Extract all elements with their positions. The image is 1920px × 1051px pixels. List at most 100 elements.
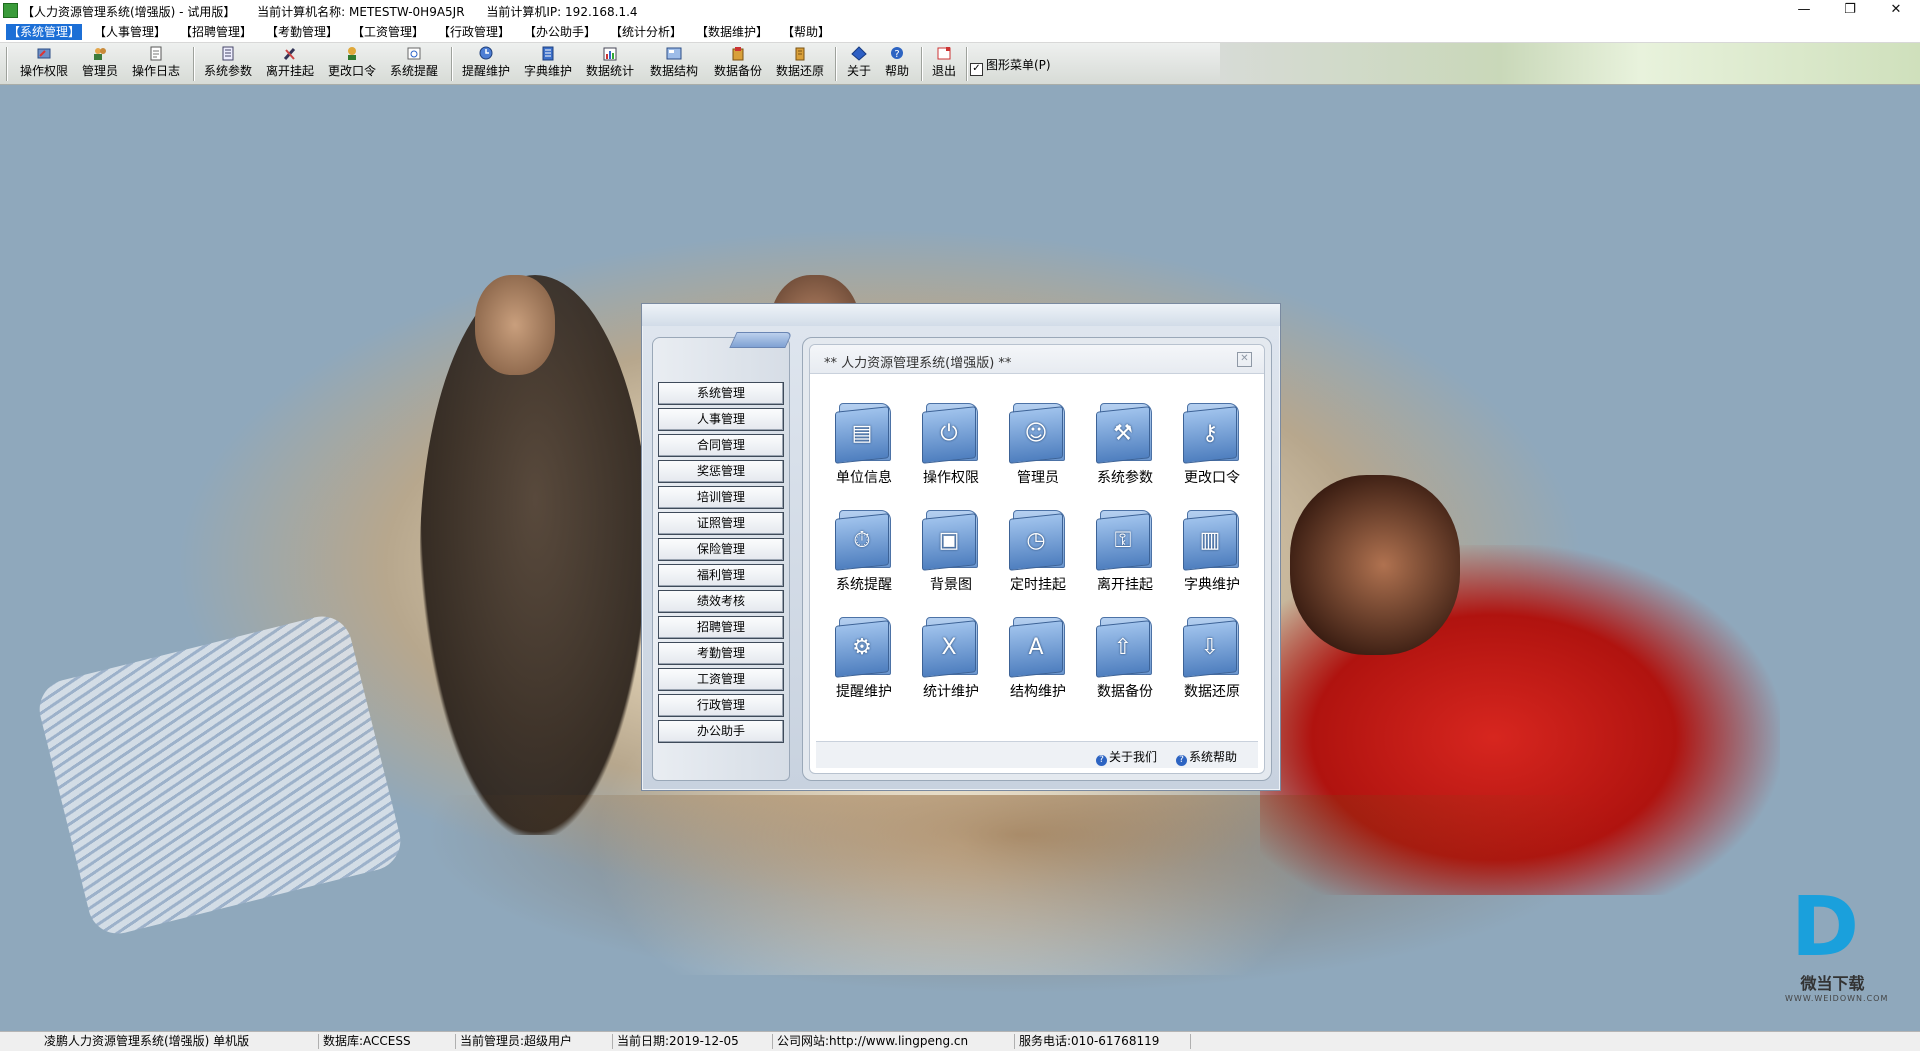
tools-icon bbox=[283, 47, 296, 61]
toolbar-exit[interactable]: 退出 bbox=[926, 46, 962, 82]
minimize-button[interactable]: — bbox=[1781, 0, 1827, 22]
panel-close-icon[interactable]: ✕ bbox=[1237, 352, 1252, 367]
key-icon bbox=[37, 48, 51, 59]
grid-params[interactable]: ⚒ 系统参数 bbox=[1085, 403, 1165, 493]
side-btn-recruitment[interactable]: 招聘管理 bbox=[658, 616, 784, 639]
side-btn-insurance[interactable]: 保险管理 bbox=[658, 538, 784, 561]
grid-backup[interactable]: ⇧ 数据备份 bbox=[1085, 617, 1165, 707]
grid-timed-suspend[interactable]: ◷ 定时挂起 bbox=[998, 510, 1078, 600]
log-icon bbox=[150, 46, 162, 61]
toolbar-password[interactable]: 更改口令 bbox=[323, 46, 381, 82]
books-icon: ▥ bbox=[1183, 510, 1241, 571]
menu-attendance[interactable]: 【考勤管理】 bbox=[264, 24, 340, 40]
toolbar-reminder-maint[interactable]: 提醒维护 bbox=[457, 46, 515, 82]
grid-reminder-maint[interactable]: ⚙ 提醒维护 bbox=[824, 617, 904, 707]
grid-structure-maint[interactable]: A 结构维护 bbox=[998, 617, 1078, 707]
grid-dictionary[interactable]: ▥ 字典维护 bbox=[1172, 510, 1252, 600]
close-button[interactable]: ✕ bbox=[1873, 0, 1919, 22]
menu-help[interactable]: 【帮助】 bbox=[780, 24, 832, 40]
side-btn-training[interactable]: 培训管理 bbox=[658, 486, 784, 509]
ip-label: 当前计算机IP: bbox=[486, 5, 562, 19]
side-btn-contract[interactable]: 合同管理 bbox=[658, 434, 784, 457]
dictionary-icon bbox=[542, 46, 554, 61]
grid-unit-info[interactable]: ▤ 单位信息 bbox=[824, 403, 904, 493]
checkbox-checked-icon[interactable]: ✓ bbox=[970, 63, 983, 76]
menu-office[interactable]: 【办公助手】 bbox=[522, 24, 598, 40]
side-btn-rewards[interactable]: 奖惩管理 bbox=[658, 460, 784, 483]
computer-ip: 当前计算机IP: 192.168.1.4 bbox=[486, 5, 637, 19]
side-btn-personnel[interactable]: 人事管理 bbox=[658, 408, 784, 431]
toolbar-decoration bbox=[1220, 43, 1920, 84]
side-panel-tab bbox=[729, 332, 793, 348]
power-icon: ⏻ bbox=[922, 403, 980, 464]
system-help-link[interactable]: ? 系统帮助 bbox=[1176, 748, 1237, 766]
status-website: 公司网站:http://www.lingpeng.cn bbox=[772, 1034, 968, 1049]
grid-restore[interactable]: ⇩ 数据还原 bbox=[1172, 617, 1252, 707]
info-icon: ? bbox=[1096, 755, 1107, 766]
computer-name: 当前计算机名称: METESTW-0H9A5JR bbox=[257, 5, 464, 19]
dialog-titlebar[interactable] bbox=[642, 304, 1280, 326]
grid-password[interactable]: ⚷ 更改口令 bbox=[1172, 403, 1252, 493]
toolbar-label: 退出 bbox=[931, 64, 956, 78]
grid-label: 离开挂起 bbox=[1097, 577, 1153, 593]
graphic-menu-checkbox[interactable]: ✓ 图形菜单(P) bbox=[970, 56, 1051, 76]
toolbar-label: 数据备份 bbox=[713, 64, 762, 78]
grid-leave-suspend[interactable]: ⚿ 离开挂起 bbox=[1085, 510, 1165, 600]
status-admin: 当前管理员:超级用户 bbox=[455, 1034, 572, 1049]
toolbar-structure[interactable]: 数据结构 bbox=[645, 46, 703, 82]
grid-label: 管理员 bbox=[1017, 470, 1059, 486]
restore-button[interactable]: ❐ bbox=[1827, 0, 1873, 22]
tools-icon: ⚒ bbox=[1096, 403, 1154, 464]
toolbar-log[interactable]: 操作日志 bbox=[127, 46, 185, 82]
svg-text:?: ? bbox=[894, 49, 899, 60]
toolbar-backup[interactable]: 数据备份 bbox=[709, 46, 767, 82]
menu-salary[interactable]: 【工资管理】 bbox=[350, 24, 426, 40]
grid-label: 定时挂起 bbox=[1010, 577, 1066, 593]
toolbar-separator bbox=[451, 47, 452, 81]
grid-permissions[interactable]: ⏻ 操作权限 bbox=[911, 403, 991, 493]
computer-name-label: 当前计算机名称: bbox=[257, 5, 346, 19]
grid-admins[interactable]: ☺ 管理员 bbox=[998, 403, 1078, 493]
side-btn-performance[interactable]: 绩效考核 bbox=[658, 590, 784, 613]
toolbar-label: 数据结构 bbox=[649, 64, 698, 78]
about-us-link[interactable]: ? 关于我们 bbox=[1096, 748, 1157, 766]
toolbar-label: 系统提醒 bbox=[389, 64, 438, 78]
toolbar-about[interactable]: 关于 bbox=[841, 46, 877, 82]
structure-icon bbox=[666, 47, 682, 60]
menu-statistics[interactable]: 【统计分析】 bbox=[608, 24, 684, 40]
graphic-menu-dialog: 系统管理 人事管理 合同管理 奖惩管理 培训管理 证照管理 保险管理 福利管理 … bbox=[641, 303, 1281, 791]
side-btn-office[interactable]: 办公助手 bbox=[658, 720, 784, 743]
menu-data[interactable]: 【数据维护】 bbox=[694, 24, 770, 40]
toolbar-stats[interactable]: 数据统计 bbox=[581, 46, 639, 82]
side-btn-welfare[interactable]: 福利管理 bbox=[658, 564, 784, 587]
panel-title-bar: ** 人力资源管理系统(增强版) ** ✕ bbox=[810, 345, 1264, 374]
toolbar-suspend[interactable]: 离开挂起 bbox=[261, 46, 319, 82]
toolbar-label: 数据还原 bbox=[775, 64, 824, 78]
toolbar-admins[interactable]: 管理员 bbox=[77, 46, 123, 82]
side-btn-admin[interactable]: 行政管理 bbox=[658, 694, 784, 717]
toolbar-separator bbox=[835, 47, 836, 81]
help-icon: ? bbox=[891, 47, 903, 60]
app-icon bbox=[3, 3, 18, 18]
menu-recruitment[interactable]: 【招聘管理】 bbox=[178, 24, 254, 40]
menu-system[interactable]: 【系统管理】 bbox=[6, 24, 83, 40]
toolbar-help[interactable]: ? 帮助 bbox=[879, 46, 915, 82]
toolbar-restore[interactable]: 数据还原 bbox=[771, 46, 829, 82]
toolbar-params[interactable]: 系统参数 bbox=[199, 46, 257, 82]
side-btn-certificate[interactable]: 证照管理 bbox=[658, 512, 784, 535]
structure-a-icon: A bbox=[1009, 617, 1067, 678]
toolbar-reminder[interactable]: 系统提醒 bbox=[385, 46, 443, 82]
side-btn-system[interactable]: 系统管理 bbox=[658, 382, 784, 405]
grid-background[interactable]: ▣ 背景图 bbox=[911, 510, 991, 600]
side-btn-salary[interactable]: 工资管理 bbox=[658, 668, 784, 691]
menu-admin[interactable]: 【行政管理】 bbox=[436, 24, 512, 40]
toolbar-dictionary[interactable]: 字典维护 bbox=[519, 46, 577, 82]
unit-info-icon: ▤ bbox=[835, 403, 893, 464]
menu-personnel[interactable]: 【人事管理】 bbox=[92, 24, 168, 40]
toolbar-permissions[interactable]: 操作权限 bbox=[15, 46, 73, 82]
side-btn-attendance[interactable]: 考勤管理 bbox=[658, 642, 784, 665]
grid-reminder[interactable]: ⏱ 系统提醒 bbox=[824, 510, 904, 600]
users-icon bbox=[94, 48, 106, 60]
grid-stats-maint[interactable]: X 统计维护 bbox=[911, 617, 991, 707]
status-empty bbox=[1190, 1034, 1920, 1049]
